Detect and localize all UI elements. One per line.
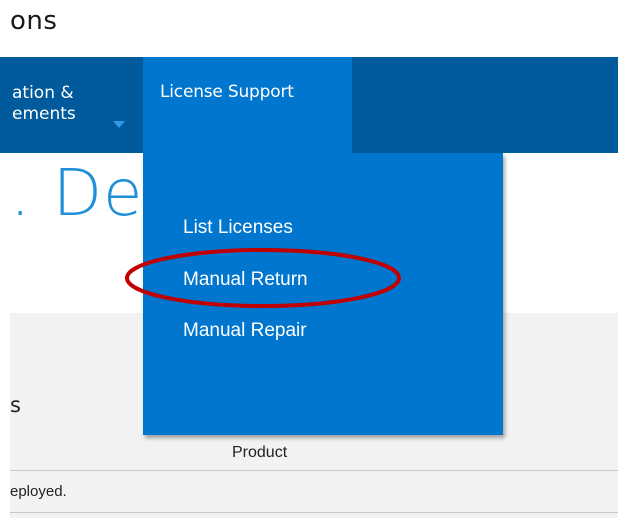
nav-item-label-line1: ation & [12, 83, 74, 103]
nav-item-license-support-label: License Support [160, 82, 294, 102]
nav-item-license-support[interactable]: License Support [143, 57, 352, 153]
section-label: s [10, 393, 21, 417]
page-title: ons [10, 6, 58, 36]
menu-item-list-licenses[interactable]: List Licenses [183, 217, 293, 239]
table-header-product: Product [232, 444, 288, 461]
nav-item-label-line2: ements [12, 104, 76, 124]
table-row-text: eployed. [10, 483, 67, 500]
chevron-down-icon[interactable] [113, 121, 125, 128]
table-divider [10, 470, 618, 471]
page-heading: . Del [10, 157, 163, 231]
menu-item-manual-repair[interactable]: Manual Repair [183, 320, 307, 342]
license-support-dropdown: List Licenses Manual Return Manual Repai… [143, 153, 503, 435]
menu-item-manual-return[interactable]: Manual Return [183, 269, 308, 291]
nav-item-administration[interactable]: ation & ements [12, 83, 76, 125]
table-divider [10, 512, 618, 513]
